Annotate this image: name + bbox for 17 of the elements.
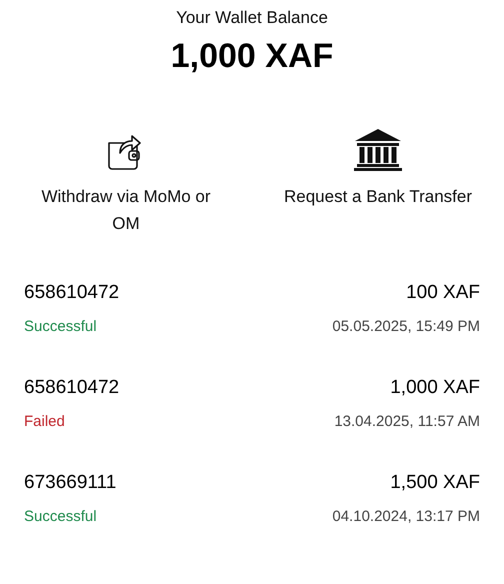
transaction-date: 04.10.2024, 13:17 PM (332, 506, 480, 526)
phone-number: 658610472 (24, 376, 120, 400)
transaction-status: Failed (24, 412, 65, 432)
transaction-date: 13.04.2025, 11:57 AM (334, 412, 480, 432)
phone-number: 673669111 (24, 471, 116, 495)
action-button[interactable]: Withdraw via MoMo or OM (31, 183, 221, 237)
balance-label: Your Wallet Balance (176, 7, 328, 29)
balance-amount: 1,000 XAF (170, 36, 334, 76)
action-button[interactable]: Request a Bank Transfer (283, 183, 473, 210)
transaction-status: Successful (24, 506, 97, 526)
transaction-date: 05.05.2025, 15:49 PM (332, 316, 480, 336)
phone-number: 658610472 (24, 281, 120, 305)
bank-icon (353, 127, 403, 171)
transaction-amount: 100 XAF (406, 281, 480, 305)
transaction-amount: 1,500 XAF (390, 471, 480, 495)
transaction-amount: 1,000 XAF (390, 376, 480, 400)
transaction-status: Successful (24, 316, 97, 336)
